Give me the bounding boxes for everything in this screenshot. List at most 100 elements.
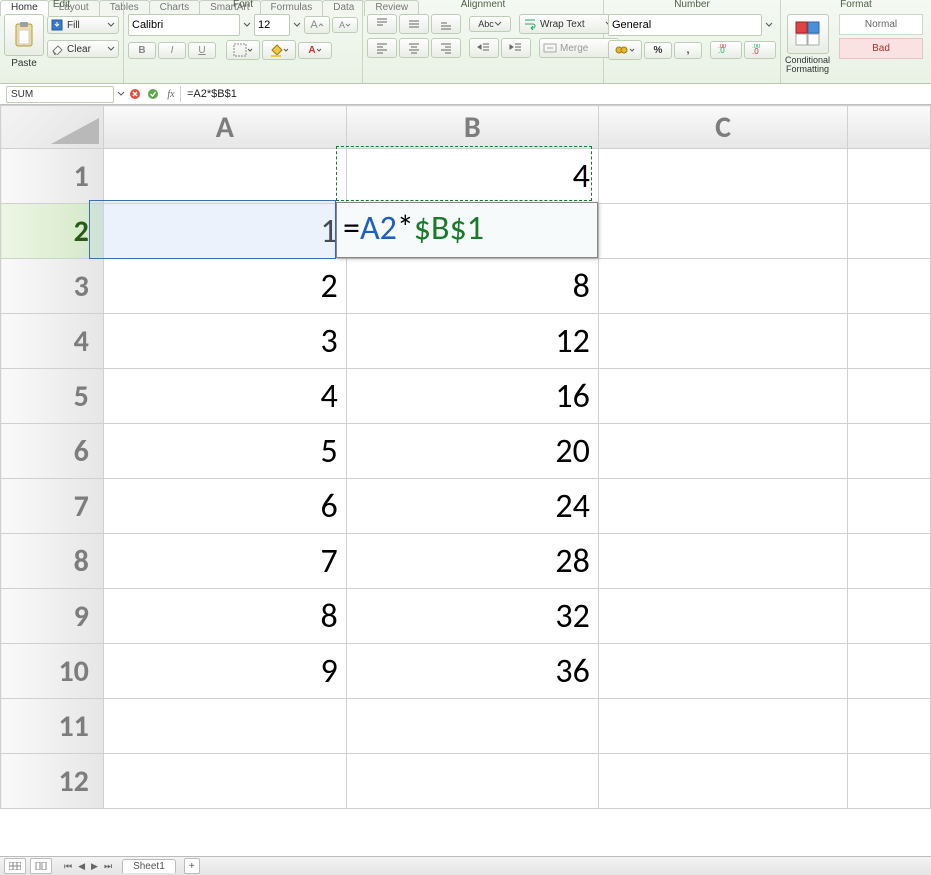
fill-color-button[interactable] (262, 40, 296, 60)
col-header-d[interactable] (848, 106, 931, 149)
cell[interactable] (848, 424, 931, 479)
row-header[interactable]: 9 (1, 589, 104, 644)
row-header[interactable]: 7 (1, 479, 104, 534)
align-top-button[interactable] (367, 14, 397, 34)
cell[interactable]: 5 (103, 424, 346, 479)
cell[interactable] (598, 534, 847, 589)
fill-button[interactable]: Fill (47, 16, 119, 34)
cell[interactable] (848, 644, 931, 699)
cell[interactable]: 12 (346, 314, 598, 369)
currency-button[interactable] (608, 40, 642, 60)
cell[interactable]: 16 (346, 369, 598, 424)
cell[interactable]: 8 (103, 589, 346, 644)
cell[interactable] (848, 589, 931, 644)
cell[interactable]: 2 (103, 259, 346, 314)
cell[interactable]: 4 (346, 149, 598, 204)
formula-text[interactable]: =A2*$B$1 (187, 88, 237, 100)
align-bottom-button[interactable] (431, 14, 461, 34)
cell[interactable]: 36 (346, 644, 598, 699)
align-center-button[interactable] (399, 38, 429, 58)
bold-button[interactable]: B (128, 42, 156, 59)
cell[interactable]: 1 (103, 204, 346, 259)
percent-button[interactable]: % (644, 42, 672, 59)
increase-decimal-button[interactable]: .0.00 (710, 41, 742, 59)
font-color-button[interactable]: A (298, 42, 332, 59)
row-header[interactable]: 2 (1, 204, 104, 259)
font-size-input[interactable] (254, 14, 290, 36)
comma-style-button[interactable]: , (674, 42, 702, 59)
name-box[interactable]: SUM (6, 86, 114, 103)
underline-button[interactable]: U (188, 42, 216, 59)
cell-editor[interactable]: =A2*$B$1 (336, 202, 598, 258)
row-header[interactable]: 8 (1, 534, 104, 589)
decrease-indent-button[interactable] (469, 38, 499, 58)
first-sheet-button[interactable]: ⏮ (62, 861, 74, 872)
row-header[interactable]: 5 (1, 369, 104, 424)
cell[interactable]: 32 (346, 589, 598, 644)
cell[interactable] (598, 479, 847, 534)
align-right-button[interactable] (431, 38, 461, 58)
cell[interactable] (598, 424, 847, 479)
col-header-a[interactable]: A (103, 106, 346, 149)
cell[interactable]: 24 (346, 479, 598, 534)
add-sheet-button[interactable]: + (184, 858, 200, 874)
worksheet-grid[interactable]: A B C 1421328431254166520762487289832109… (0, 105, 931, 857)
cell[interactable]: 7 (103, 534, 346, 589)
paste-button[interactable] (4, 14, 44, 56)
increase-indent-button[interactable] (501, 38, 531, 58)
cell[interactable] (346, 754, 598, 809)
clear-button[interactable]: Clear (47, 40, 119, 58)
chevron-down-icon[interactable] (116, 86, 126, 102)
grow-font-button[interactable]: A (304, 16, 330, 34)
cell[interactable]: 28 (346, 534, 598, 589)
orientation-button[interactable]: Abc (469, 16, 511, 32)
cell[interactable]: 6 (103, 479, 346, 534)
borders-button[interactable] (226, 40, 260, 60)
chevron-down-icon[interactable] (292, 16, 302, 34)
font-name-input[interactable] (128, 14, 240, 36)
sheet-tab-1[interactable]: Sheet1 (122, 859, 176, 873)
cell[interactable] (848, 314, 931, 369)
cell[interactable] (848, 149, 931, 204)
cell[interactable] (103, 149, 346, 204)
cell[interactable]: 4 (103, 369, 346, 424)
align-middle-button[interactable] (399, 14, 429, 34)
cell[interactable]: 20 (346, 424, 598, 479)
cell[interactable] (598, 204, 847, 259)
chevron-down-icon[interactable] (242, 16, 252, 34)
chevron-down-icon[interactable] (764, 16, 774, 34)
cell[interactable] (598, 259, 847, 314)
select-all-corner[interactable] (1, 106, 104, 149)
row-header[interactable]: 4 (1, 314, 104, 369)
conditional-formatting-button[interactable] (787, 14, 829, 54)
confirm-edit-button[interactable] (145, 86, 161, 102)
cell[interactable] (848, 369, 931, 424)
row-header[interactable]: 1 (1, 149, 104, 204)
row-header[interactable]: 6 (1, 424, 104, 479)
cell[interactable]: 9 (103, 644, 346, 699)
cell[interactable] (598, 644, 847, 699)
last-sheet-button[interactable]: ⏭ (102, 861, 114, 872)
cell[interactable] (848, 754, 931, 809)
decrease-decimal-button[interactable]: .00.0 (744, 41, 776, 59)
cell[interactable] (103, 699, 346, 754)
row-header[interactable]: 10 (1, 644, 104, 699)
cell[interactable] (598, 589, 847, 644)
col-header-c[interactable]: C (598, 106, 847, 149)
cell[interactable]: 8 (346, 259, 598, 314)
page-layout-view-button[interactable] (30, 858, 52, 874)
prev-sheet-button[interactable]: ◀ (76, 861, 87, 872)
cancel-edit-button[interactable] (127, 86, 143, 102)
shrink-font-button[interactable]: A (332, 17, 358, 33)
cell[interactable]: 3 (103, 314, 346, 369)
cell[interactable] (598, 754, 847, 809)
align-left-button[interactable] (367, 38, 397, 58)
cell[interactable] (598, 369, 847, 424)
cell[interactable] (346, 699, 598, 754)
cell[interactable] (848, 259, 931, 314)
cell[interactable] (103, 754, 346, 809)
style-bad[interactable]: Bad (839, 38, 923, 59)
cell[interactable] (848, 534, 931, 589)
number-format-select[interactable] (608, 14, 762, 36)
next-sheet-button[interactable]: ▶ (89, 861, 100, 872)
